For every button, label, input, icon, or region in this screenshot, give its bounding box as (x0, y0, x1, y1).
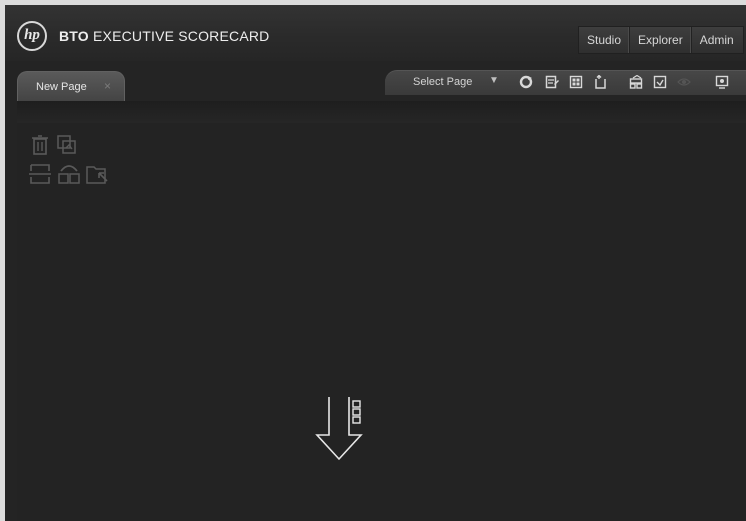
tab-close-icon[interactable]: × (104, 79, 111, 93)
tab-new-page[interactable]: New Page × (17, 71, 125, 101)
nav-explorer[interactable]: Explorer (630, 27, 692, 53)
layout-grid-icon[interactable] (57, 163, 81, 185)
image-icon[interactable] (57, 135, 77, 155)
app-title: BTO EXECUTIVE SCORECARD (59, 28, 270, 44)
top-nav: Studio Explorer Admin (578, 26, 744, 54)
app-title-rest: EXECUTIVE SCORECARD (88, 28, 270, 44)
export-icon[interactable] (653, 75, 667, 89)
select-page-dropdown[interactable]: Select Page (413, 76, 472, 88)
refresh-icon[interactable] (519, 75, 533, 89)
drop-arrow-icon (315, 397, 363, 461)
split-horizontal-icon[interactable] (29, 163, 51, 185)
page-canvas[interactable] (17, 123, 746, 521)
layout-icon[interactable] (569, 75, 583, 89)
delete-icon[interactable] (31, 135, 49, 155)
tab-row: New Page × Select Page ▼ (5, 61, 746, 101)
nav-admin[interactable]: Admin (692, 27, 742, 53)
save-page-icon[interactable] (545, 75, 559, 89)
nav-studio[interactable]: Studio (579, 27, 631, 53)
chevron-down-icon[interactable]: ▼ (489, 75, 499, 86)
tab-label: New Page (36, 81, 87, 93)
new-page-icon[interactable] (593, 75, 607, 89)
header: hp BTO EXECUTIVE SCORECARD Studio Explor… (5, 5, 746, 61)
eye-icon (677, 78, 691, 86)
move-icon[interactable] (85, 163, 111, 185)
properties-icon[interactable] (629, 75, 643, 89)
page-toolbar: Select Page ▼ (385, 70, 746, 95)
page-header-strip (17, 101, 746, 123)
hp-logo: hp (17, 21, 47, 51)
preview-icon[interactable] (715, 75, 729, 89)
app-title-bold: BTO (59, 28, 89, 44)
app-window: hp BTO EXECUTIVE SCORECARD Studio Explor… (5, 5, 746, 521)
